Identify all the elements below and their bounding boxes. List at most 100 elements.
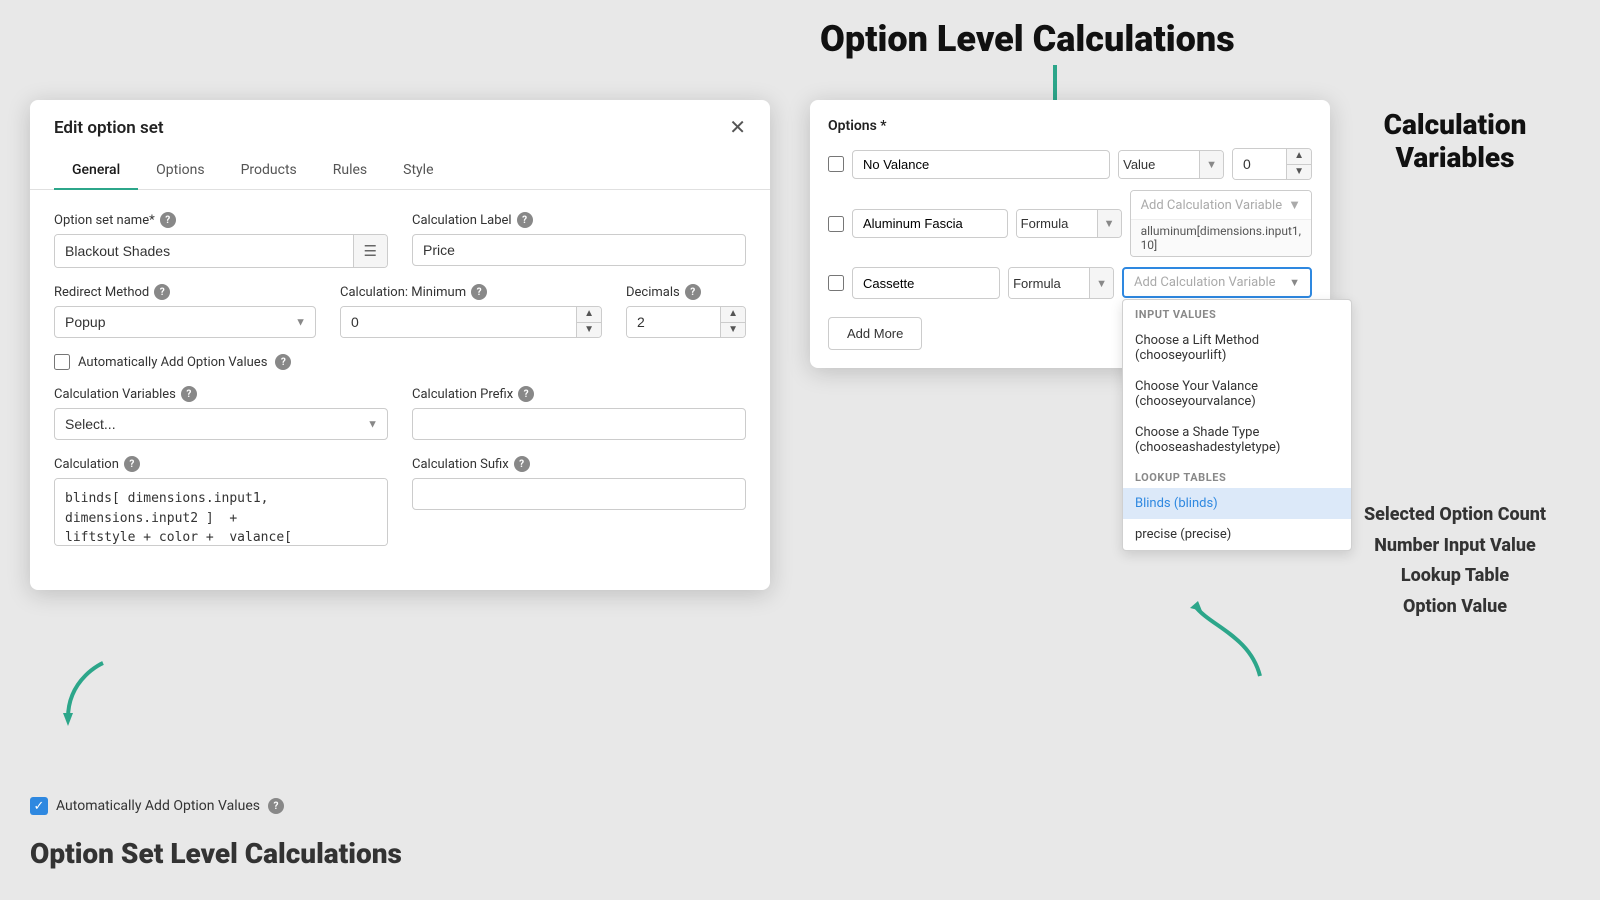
tab-style[interactable]: Style [385, 152, 451, 190]
auto-add-checkbox[interactable] [54, 354, 70, 370]
option-set-name-help-icon[interactable]: ? [160, 212, 176, 228]
option-set-name-input[interactable] [55, 235, 353, 267]
options-row-2-type-select[interactable]: Formula Value [1017, 210, 1097, 237]
calc-min-help-icon[interactable]: ? [471, 284, 487, 300]
options-row-3: Formula Value ▼ Add Calculation Variable… [828, 267, 1312, 299]
modal-title: Edit option set [54, 118, 164, 138]
options-row-1-name[interactable] [852, 150, 1110, 179]
options-row-3-dropdown-arrow-icon: ▼ [1289, 276, 1300, 289]
decimals-label: Decimals ? [626, 284, 746, 300]
calc-prefix-help-icon[interactable]: ? [518, 386, 534, 402]
left-annotation-heading: Option Set Level Calculations [30, 837, 402, 870]
options-row-2-formula-display: alluminum[dimensions.input1, 10] [1131, 219, 1311, 256]
options-row-2-checkbox[interactable] [828, 216, 844, 232]
options-row-2-placeholder-text: Add Calculation Variable [1141, 198, 1283, 213]
right-arrow-bottom [1190, 596, 1270, 690]
calc-suffix-label: Calculation Sufix ? [412, 456, 746, 472]
decimals-up-button[interactable]: ▲ [721, 307, 745, 323]
tab-products[interactable]: Products [223, 152, 315, 190]
options-row-3-type-select[interactable]: Formula Value [1009, 268, 1089, 298]
calc-label-help-icon[interactable]: ? [517, 212, 533, 228]
decimals-down-button[interactable]: ▼ [721, 323, 745, 338]
lookup-tables-section-label: LOOKUP TABLES [1123, 463, 1351, 488]
auto-add-help-icon[interactable]: ? [275, 354, 291, 370]
options-row-3-type[interactable]: Formula Value ▼ [1008, 267, 1114, 299]
options-row-1-spinner-btns: ▲ ▼ [1286, 149, 1311, 179]
dropdown-item-blinds[interactable]: Blinds (blinds) [1123, 488, 1351, 519]
tab-general[interactable]: General [54, 152, 138, 190]
dropdown-item-lift-method[interactable]: Choose a Lift Method(chooseyourlift) [1123, 325, 1351, 371]
options-panel: Options * Value Formula ▼ ▲ ▼ [810, 100, 1330, 368]
calculation-help-icon[interactable]: ? [124, 456, 140, 472]
calc-prefix-label: Calculation Prefix ? [412, 386, 746, 402]
decimals-spinner[interactable]: ▲ ▼ [626, 306, 746, 338]
options-row-2-name[interactable] [852, 209, 1008, 238]
options-row-1-type-select[interactable]: Value Formula [1119, 151, 1199, 178]
calc-var-item-2: Number Input Value [1325, 531, 1585, 562]
calc-var-annotation-title: Calculation Variables [1384, 108, 1527, 174]
calc-min-label: Calculation: Minimum ? [340, 284, 602, 300]
options-row-1-up-button[interactable]: ▲ [1287, 149, 1311, 165]
auto-add-label: Automatically Add Option Values [78, 355, 267, 370]
options-row-1-checkbox[interactable] [828, 156, 844, 172]
options-row-3-name[interactable] [852, 267, 1000, 299]
calc-min-spinner[interactable]: ▲ ▼ [340, 306, 602, 338]
options-row-1-value-input[interactable] [1233, 149, 1286, 179]
options-row-2: Formula Value ▼ Add Calculation Variable… [828, 190, 1312, 257]
options-row-3-formula-area: Add Calculation Variable ▼ INPUT VALUES … [1122, 267, 1312, 298]
add-more-button[interactable]: Add More [828, 317, 922, 350]
calc-min-spinner-btns: ▲ ▼ [576, 307, 601, 337]
redirect-method-label: Redirect Method ? [54, 284, 316, 300]
calc-min-down-button[interactable]: ▼ [577, 323, 601, 338]
options-panel-title: Options * [828, 118, 1312, 134]
tab-options[interactable]: Options [138, 152, 222, 190]
close-button[interactable]: ✕ [729, 118, 746, 138]
options-row-3-dropdown-trigger[interactable]: Add Calculation Variable ▼ [1122, 267, 1312, 298]
options-row-1: Value Formula ▼ ▲ ▼ [828, 148, 1312, 180]
right-heading: Option Level Calculations [820, 18, 1235, 60]
bottom-auto-add-row: ✓ Automatically Add Option Values ? [30, 797, 284, 815]
options-row-2-placeholder[interactable]: Add Calculation Variable ▼ [1131, 191, 1311, 219]
bottom-auto-add-help-icon[interactable]: ? [268, 798, 284, 814]
decimals-help-icon[interactable]: ? [685, 284, 701, 300]
bottom-auto-add-checked-icon: ✓ [30, 797, 48, 815]
calc-var-items: Selected Option Count Number Input Value… [1325, 500, 1585, 622]
options-row-2-type[interactable]: Formula Value ▼ [1016, 209, 1122, 238]
calculation-textarea[interactable]: blinds[ dimensions.input1, dimensions.in… [54, 478, 388, 546]
modal-tabs: General Options Products Rules Style [30, 152, 770, 190]
calc-prefix-input[interactable] [412, 408, 746, 440]
right-section: Option Level Calculations Options * Valu… [800, 0, 1600, 900]
dropdown-item-shade-type[interactable]: Choose a Shade Type(chooseashadestyletyp… [1123, 417, 1351, 463]
options-row-3-checkbox[interactable] [828, 275, 844, 291]
options-row-1-down-button[interactable]: ▼ [1287, 165, 1311, 180]
calc-variables-select-wrap: Select... ▼ [54, 408, 388, 440]
calc-var-item-4: Option Value [1325, 592, 1585, 623]
calc-var-dropdown-menu: INPUT VALUES Choose a Lift Method(choose… [1122, 299, 1352, 551]
auto-add-row: Automatically Add Option Values ? [54, 354, 746, 370]
options-row-1-type[interactable]: Value Formula ▼ [1118, 150, 1224, 179]
calc-min-input[interactable] [341, 307, 576, 337]
options-row-2-formula-area: Add Calculation Variable ▼ alluminum[dim… [1130, 190, 1312, 257]
calc-min-up-button[interactable]: ▲ [577, 307, 601, 323]
calc-label-input[interactable] [412, 234, 746, 266]
option-set-name-field[interactable]: ☰ [54, 234, 388, 268]
modal-body: Option set name* ? ☰ Calculation Label ? [30, 190, 770, 590]
dropdown-item-precise[interactable]: precise (precise) [1123, 519, 1351, 550]
options-row-1-value[interactable]: ▲ ▼ [1232, 148, 1312, 180]
options-row-2-dropdown-arrow-icon: ▼ [1288, 197, 1301, 213]
row-3-type-arrow-icon: ▼ [1089, 268, 1113, 298]
tab-rules[interactable]: Rules [315, 152, 385, 190]
bottom-auto-add-label: Automatically Add Option Values [56, 798, 260, 814]
calc-suffix-input[interactable] [412, 478, 746, 510]
calc-var-item-3: Lookup Table [1325, 561, 1585, 592]
redirect-method-help-icon[interactable]: ? [154, 284, 170, 300]
calc-label-label: Calculation Label ? [412, 212, 746, 228]
edit-icon[interactable]: ☰ [353, 235, 387, 267]
input-values-section-label: INPUT VALUES [1123, 300, 1351, 325]
decimals-input[interactable] [627, 307, 720, 337]
calc-variables-select[interactable]: Select... [54, 408, 388, 440]
redirect-method-select[interactable]: Popup Redirect None [54, 306, 316, 338]
calc-variables-help-icon[interactable]: ? [181, 386, 197, 402]
dropdown-item-your-valance[interactable]: Choose Your Valance(chooseyourvalance) [1123, 371, 1351, 417]
calc-suffix-help-icon[interactable]: ? [514, 456, 530, 472]
